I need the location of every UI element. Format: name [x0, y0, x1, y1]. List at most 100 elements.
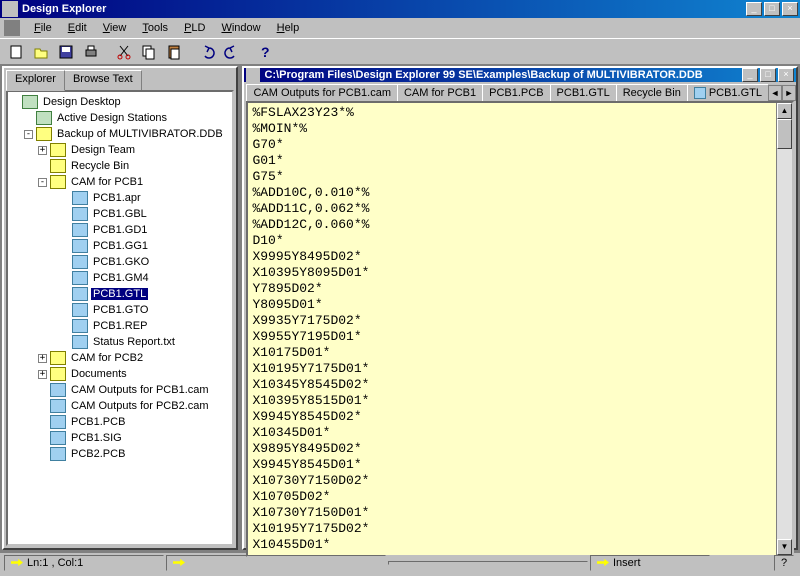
- window-controls: _ □ ×: [746, 2, 798, 16]
- tree-file[interactable]: PCB1.GTO: [91, 304, 150, 316]
- file-icon: [50, 399, 66, 413]
- scroll-down-button[interactable]: ▼: [777, 539, 792, 555]
- expander-design-team[interactable]: +: [38, 146, 47, 155]
- workspace: Explorer Browse Text Design Desktop Acti…: [0, 64, 800, 552]
- tree-view[interactable]: Design Desktop Active Design Stations - B…: [6, 90, 234, 546]
- menu-icon: [4, 20, 20, 36]
- tree-recycle[interactable]: Recycle Bin: [69, 160, 131, 172]
- folder-icon: [50, 143, 66, 157]
- scroll-up-button[interactable]: ▲: [777, 103, 792, 119]
- save-button[interactable]: [54, 41, 77, 63]
- file-icon: [72, 271, 88, 285]
- print-button[interactable]: [79, 41, 102, 63]
- tree-documents[interactable]: Documents: [69, 368, 129, 380]
- doc-tab[interactable]: PCB1.GTL: [687, 84, 768, 101]
- scroll-track[interactable]: [777, 119, 792, 539]
- tree-design-team[interactable]: Design Team: [69, 144, 137, 156]
- help-button[interactable]: ?: [253, 41, 276, 63]
- doc-tab[interactable]: CAM for PCB1: [397, 84, 483, 101]
- tree-file[interactable]: PCB1.GBL: [91, 208, 149, 220]
- desktop-icon: [22, 95, 38, 109]
- open-button[interactable]: [29, 41, 52, 63]
- doc-tab[interactable]: CAM Outputs for PCB1.cam: [246, 84, 398, 101]
- menu-file[interactable]: File: [26, 20, 60, 36]
- paste-button[interactable]: [162, 41, 185, 63]
- menubar: File Edit View Tools PLD Window Help: [0, 18, 800, 38]
- status-cell-2: [166, 555, 386, 571]
- menu-edit[interactable]: Edit: [60, 20, 95, 36]
- tree-file[interactable]: PCB1.GTL: [91, 288, 148, 300]
- window-title: Design Explorer: [22, 3, 746, 15]
- status-mode: Insert: [590, 555, 710, 571]
- menu-window[interactable]: Window: [213, 20, 268, 36]
- tab-next-button[interactable]: ►: [782, 85, 796, 101]
- cut-button[interactable]: [112, 41, 135, 63]
- tree-file[interactable]: PCB1.apr: [91, 192, 143, 204]
- menu-view[interactable]: View: [95, 20, 135, 36]
- tree-out1[interactable]: CAM Outputs for PCB1.cam: [69, 384, 211, 396]
- file-icon: [72, 255, 88, 269]
- menu-help[interactable]: Help: [269, 20, 308, 36]
- document-panel: C:\Program Files\Design Explorer 99 SE\E…: [242, 66, 798, 550]
- editor: %FSLAX23Y23*% %MOIN*% G70* G01* G75* %AD…: [246, 101, 794, 557]
- file-icon: [72, 319, 88, 333]
- expander-documents[interactable]: +: [38, 370, 47, 379]
- undo-button[interactable]: [195, 41, 218, 63]
- tree-file[interactable]: PCB1.REP: [91, 320, 149, 332]
- arrow-icon: [597, 557, 609, 569]
- tab-browse-text[interactable]: Browse Text: [64, 70, 142, 90]
- tree-backup[interactable]: Backup of MULTIVIBRATOR.DDB: [55, 128, 225, 140]
- minimize-button[interactable]: _: [746, 2, 762, 16]
- tab-prev-button[interactable]: ◄: [768, 85, 782, 101]
- status-position: Ln:1 , Col:1: [4, 555, 164, 571]
- file-icon: [694, 87, 706, 99]
- status-help[interactable]: ?: [774, 555, 794, 571]
- doc-icon: [246, 68, 260, 82]
- copy-button[interactable]: [137, 41, 160, 63]
- folder-icon: [50, 351, 66, 365]
- file-icon: [50, 383, 66, 397]
- doc-tab[interactable]: PCB1.GTL: [550, 84, 617, 101]
- redo-button[interactable]: [220, 41, 243, 63]
- folder-icon: [36, 127, 52, 141]
- vertical-scrollbar[interactable]: ▲ ▼: [776, 103, 792, 555]
- file-icon: [72, 335, 88, 349]
- doc-minimize-button[interactable]: _: [742, 68, 758, 82]
- tree-pcb1[interactable]: PCB1.PCB: [69, 416, 127, 428]
- expander-cam1[interactable]: -: [38, 178, 47, 187]
- expander-cam2[interactable]: +: [38, 354, 47, 363]
- tree-file[interactable]: Status Report.txt: [91, 336, 177, 348]
- expander-backup[interactable]: -: [24, 130, 33, 139]
- tree-cam2[interactable]: CAM for PCB2: [69, 352, 145, 364]
- new-button[interactable]: [4, 41, 27, 63]
- maximize-button[interactable]: □: [764, 2, 780, 16]
- tree-file[interactable]: PCB1.GG1: [91, 240, 150, 252]
- file-icon: [50, 431, 66, 445]
- tree-file[interactable]: PCB1.GD1: [91, 224, 149, 236]
- file-icon: [72, 207, 88, 221]
- doc-maximize-button[interactable]: □: [760, 68, 776, 82]
- tree-cam1[interactable]: CAM for PCB1: [69, 176, 145, 188]
- arrow-icon: [173, 557, 185, 569]
- doc-tab[interactable]: PCB1.PCB: [482, 84, 550, 101]
- tree-out2[interactable]: CAM Outputs for PCB2.cam: [69, 400, 211, 412]
- doc-close-button[interactable]: ×: [778, 68, 794, 82]
- tree-root[interactable]: Design Desktop: [41, 96, 123, 108]
- tree-file[interactable]: PCB1.GKO: [91, 256, 151, 268]
- tree-ads[interactable]: Active Design Stations: [55, 112, 169, 124]
- tree-pcb2[interactable]: PCB2.PCB: [69, 448, 127, 460]
- file-icon: [72, 303, 88, 317]
- scroll-thumb[interactable]: [777, 119, 792, 149]
- doc-tabstrip: CAM Outputs for PCB1.camCAM for PCB1PCB1…: [244, 82, 796, 101]
- stations-icon: [36, 111, 52, 125]
- tab-explorer[interactable]: Explorer: [6, 70, 65, 91]
- menu-tools[interactable]: Tools: [134, 20, 176, 36]
- menu-pld[interactable]: PLD: [176, 20, 213, 36]
- tree-file[interactable]: PCB1.GM4: [91, 272, 151, 284]
- svg-text:?: ?: [261, 44, 270, 60]
- close-button[interactable]: ×: [782, 2, 798, 16]
- tree-sig[interactable]: PCB1.SIG: [69, 432, 124, 444]
- doc-path: C:\Program Files\Design Explorer 99 SE\E…: [264, 69, 742, 81]
- doc-tab[interactable]: Recycle Bin: [616, 84, 688, 101]
- editor-content[interactable]: %FSLAX23Y23*% %MOIN*% G70* G01* G75* %AD…: [248, 103, 776, 555]
